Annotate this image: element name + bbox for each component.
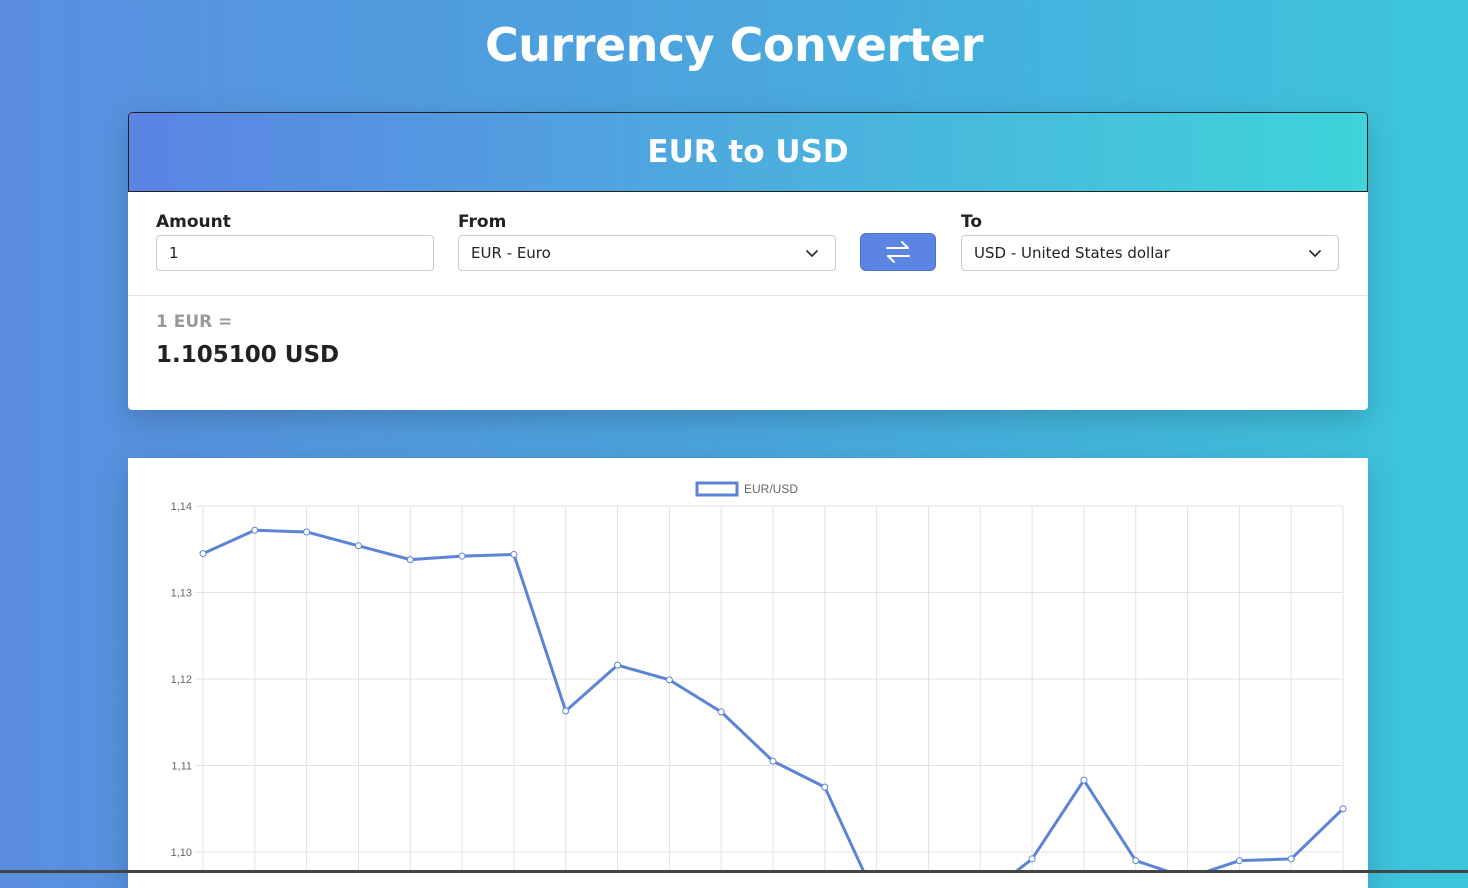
conversion-pair-title: EUR to USD [647, 134, 849, 170]
chevron-down-icon [1309, 250, 1321, 258]
amount-label: Amount [156, 212, 231, 232]
data-point [458, 552, 466, 560]
data-point [199, 550, 207, 558]
data-point [562, 707, 570, 715]
result-to-text: 1.105100 USD [156, 342, 340, 368]
legend-swatch [695, 481, 739, 497]
data-point [1028, 855, 1036, 863]
data-point [614, 661, 622, 669]
to-label: To [961, 212, 983, 232]
to-currency-select[interactable]: USD - United States dollar [961, 235, 1339, 271]
page-title: Currency Converter [485, 18, 983, 72]
data-point [1235, 857, 1243, 865]
card-header: EUR to USD [128, 112, 1368, 192]
amount-field-box[interactable] [156, 235, 434, 271]
data-point [665, 676, 673, 684]
swap-currencies-button[interactable] [860, 233, 936, 271]
y-tick-label: 1,13 [171, 588, 192, 600]
data-point [406, 556, 414, 564]
y-tick-label: 1,14 [171, 501, 192, 513]
y-tick-label: 1,11 [171, 761, 192, 773]
from-label: From [458, 212, 507, 232]
from-currency-value: EUR - Euro [471, 244, 551, 262]
data-point [1132, 857, 1140, 865]
to-currency-value: USD - United States dollar [974, 244, 1170, 262]
chevron-down-icon [806, 250, 818, 258]
swap-arrows-icon [886, 241, 910, 263]
data-point [303, 528, 311, 536]
y-tick-label: 1,12 [171, 674, 192, 686]
data-point [821, 783, 829, 791]
data-point [1287, 855, 1295, 863]
from-currency-select[interactable]: EUR - Euro [458, 235, 836, 271]
data-point [717, 708, 725, 716]
legend-label: EUR/USD [744, 482, 798, 496]
converter-card: EUR to USD Amount From EUR - Euro To USD… [128, 112, 1368, 410]
data-point [1339, 805, 1347, 813]
converter-form: Amount From EUR - Euro To USD - United S… [128, 192, 1368, 296]
data-point [1080, 776, 1088, 784]
data-point [354, 542, 362, 550]
data-point [769, 757, 777, 765]
amount-input[interactable] [169, 244, 421, 262]
y-tick-label: 1,10 [171, 847, 192, 859]
result-from-text: 1 EUR = [156, 312, 233, 332]
data-point [251, 526, 259, 534]
data-point [510, 550, 518, 558]
rate-history-chart-card: 1,14 1,13 1,12 1,11 1,10 EUR/USD [128, 458, 1368, 888]
rate-history-chart: 1,14 1,13 1,12 1,11 1,10 EUR/USD [171, 481, 1347, 873]
